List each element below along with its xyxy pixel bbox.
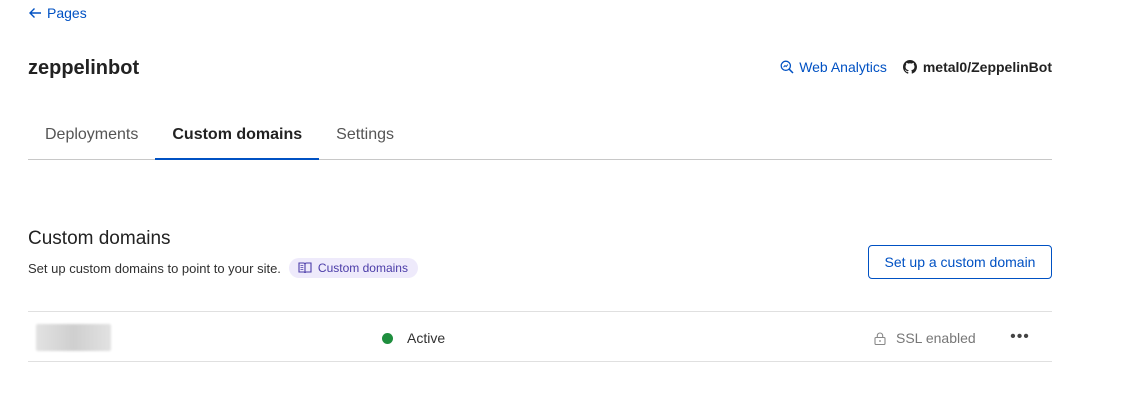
ssl-status: SSL enabled	[874, 330, 976, 346]
github-icon	[902, 60, 917, 74]
custom-domains-docs-link[interactable]: Custom domains	[288, 258, 418, 278]
zoom-analytics-icon	[780, 60, 794, 74]
header-links: Web Analytics metal0/ZeppelinBot	[780, 59, 1052, 75]
section-title: Custom domains	[28, 228, 171, 249]
status-dot-icon	[382, 332, 393, 344]
docs-link-label: Custom domains	[317, 261, 408, 275]
lock-icon	[874, 332, 886, 345]
book-icon	[298, 262, 312, 274]
domain-name	[36, 324, 111, 351]
web-analytics-link[interactable]: Web Analytics	[780, 59, 887, 75]
status-label: Active	[407, 330, 446, 346]
section-description-row: Set up custom domains to point to your s…	[28, 258, 418, 278]
ssl-label: SSL enabled	[896, 330, 976, 346]
tab-deployments[interactable]: Deployments	[28, 112, 155, 160]
domain-status: Active	[382, 330, 445, 346]
pages-project-page: Pages zeppelinbot Web Analytics metal0/Z…	[0, 0, 1133, 400]
arrow-left-icon	[29, 8, 41, 18]
repository-label: metal0/ZeppelinBot	[922, 59, 1052, 75]
page-title: zeppelinbot	[28, 57, 140, 79]
table-row[interactable]: Active SSL enabled •••	[28, 311, 1052, 362]
back-to-pages-link[interactable]: Pages	[28, 5, 87, 21]
section-description: Set up custom domains to point to your s…	[28, 260, 281, 276]
ellipsis-icon: •••	[1010, 328, 1030, 345]
web-analytics-label: Web Analytics	[799, 59, 887, 75]
tab-custom-domains[interactable]: Custom domains	[155, 112, 320, 160]
tab-settings[interactable]: Settings	[319, 112, 411, 160]
set-up-custom-domain-button[interactable]: Set up a custom domain	[868, 245, 1052, 279]
back-link-label: Pages	[47, 5, 87, 21]
more-actions-button[interactable]: •••	[1006, 326, 1034, 348]
project-tabs: Deployments Custom domains Settings	[28, 112, 1052, 160]
repository-link[interactable]: metal0/ZeppelinBot	[902, 59, 1052, 75]
